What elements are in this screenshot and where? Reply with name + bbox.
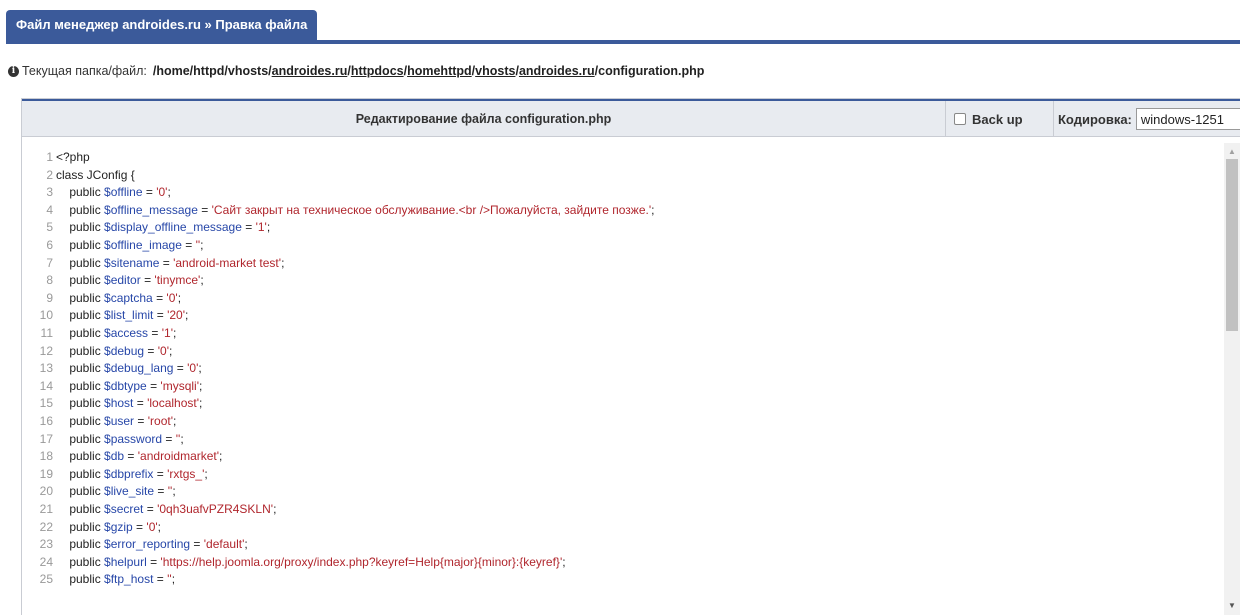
tab-title: Файл менеджер androides.ru » Правка файл… <box>16 17 308 32</box>
scroll-thumb[interactable] <box>1226 159 1238 331</box>
path-link-httpdocs[interactable]: httpdocs <box>351 64 404 78</box>
code-text: public $access = '1'; <box>56 326 177 340</box>
code-text: class JConfig { <box>56 167 135 182</box>
line-number: 14 <box>39 378 53 393</box>
path-link-homehttpd[interactable]: homehttpd <box>407 64 472 78</box>
line-number: 25 <box>39 572 53 587</box>
line-number: 8 <box>46 273 53 288</box>
code-text: public $editor = 'tinymce'; <box>56 273 204 288</box>
code-text: public $list_limit = '20'; <box>56 308 189 323</box>
line-number: 3 <box>46 185 53 200</box>
path-link-androides-2[interactable]: androides.ru <box>519 64 595 78</box>
path-prefix: /home/httpd/vhosts/ <box>152 64 272 78</box>
line-number: 7 <box>46 255 53 270</box>
header-divider <box>1053 101 1054 137</box>
code-text: public $display_offline_message = '1'; <box>56 220 271 235</box>
backup-toggle[interactable]: Back up <box>954 101 1023 137</box>
line-number: 15 <box>39 396 53 411</box>
path-label: Текущая папка/файл: <box>22 64 147 78</box>
line-number: 4 <box>46 202 53 217</box>
line-number: 18 <box>39 449 53 464</box>
line-number: 24 <box>39 554 53 569</box>
code-text: public $offline_image = ''; <box>56 238 204 252</box>
line-number: 13 <box>39 361 53 376</box>
encoding-select[interactable]: windows-1251 ▼ <box>1135 108 1240 130</box>
file-editor: Редактирование файла configuration.php B… <box>21 98 1240 615</box>
line-number: 9 <box>46 290 53 305</box>
code-text: public $ftp_host = ''; <box>56 572 176 587</box>
line-number: 1 <box>46 150 53 164</box>
scroll-up-arrow-icon[interactable]: ▲ <box>1224 145 1240 159</box>
code-text: public $captcha = '0'; <box>56 290 182 305</box>
code-text: public $dbprefix = 'rxtgs_'; <box>56 466 208 481</box>
line-number: 19 <box>39 466 53 481</box>
info-icon: i <box>8 65 19 77</box>
line-number: 17 <box>39 431 53 446</box>
code-text: public $debug = '0'; <box>56 343 173 358</box>
code-text: public $host = 'localhost'; <box>56 396 203 411</box>
line-number: 12 <box>39 343 53 358</box>
backup-checkbox[interactable] <box>954 113 966 125</box>
line-number: 2 <box>46 167 53 182</box>
current-path: i Текущая папка/файл: /home/httpd/vhosts… <box>8 64 704 78</box>
encoding-value: windows-1251 <box>1140 111 1224 127</box>
line-number: 10 <box>39 308 53 323</box>
path-value: /home/httpd/vhosts/androides.ru/httpdocs… <box>152 64 705 78</box>
tab-underline <box>6 40 1240 44</box>
code-text: public $offline_message = 'Сайт закрыт н… <box>56 202 655 217</box>
editor-scrollbar[interactable]: ▲ ▼ <box>1224 143 1240 615</box>
code-text: public $dbtype = 'mysqli'; <box>56 378 203 393</box>
line-number: 22 <box>39 519 53 534</box>
code-text: public $secret = '0qh3uafvPZR4SKLN'; <box>56 502 277 516</box>
encoding-control: Кодировка: windows-1251 ▼ <box>1058 101 1240 137</box>
line-number: 16 <box>39 414 53 428</box>
path-filename: /configuration.php <box>594 64 705 78</box>
line-number: 21 <box>39 502 53 516</box>
editor-header: Редактирование файла configuration.php B… <box>22 99 1240 137</box>
encoding-label: Кодировка: <box>1058 111 1132 127</box>
code-text: public $user = 'root'; <box>56 414 177 428</box>
path-link-vhosts[interactable]: vhosts <box>475 64 515 78</box>
editor-title: Редактирование файла configuration.php <box>22 101 946 137</box>
code-text: public $sitename = 'android-market test'… <box>56 255 285 270</box>
tab-file-manager-edit[interactable]: Файл менеджер androides.ru » Правка файл… <box>6 10 318 40</box>
code-text: public $helpurl = 'https://help.joomla.o… <box>56 554 566 569</box>
code-text: public $db = 'androidmarket'; <box>56 449 223 464</box>
code-text: public $password = ''; <box>56 431 184 446</box>
code-editor[interactable]: 1 <?php 2 class JConfig {3 public $offline … <box>22 144 1240 616</box>
line-number: 6 <box>46 238 53 252</box>
code-text: public $debug_lang = '0'; <box>56 361 202 376</box>
line-number: 23 <box>39 537 53 552</box>
scroll-down-arrow-icon[interactable]: ▼ <box>1224 599 1240 613</box>
line-number: 20 <box>39 484 53 499</box>
line-number: 5 <box>46 220 53 235</box>
code-text: public $live_site = ''; <box>56 484 176 499</box>
line-number: 11 <box>40 326 53 340</box>
code-text: <?php <box>56 150 90 164</box>
tab-bar: Файл менеджер androides.ru » Правка файл… <box>0 0 1240 44</box>
code-text: public $error_reporting = 'default'; <box>56 537 248 552</box>
backup-label: Back up <box>972 111 1023 127</box>
code-text: public $gzip = '0'; <box>56 519 162 534</box>
path-link-androides[interactable]: androides.ru <box>272 64 348 78</box>
code-text: public $offline = '0'; <box>56 185 171 200</box>
